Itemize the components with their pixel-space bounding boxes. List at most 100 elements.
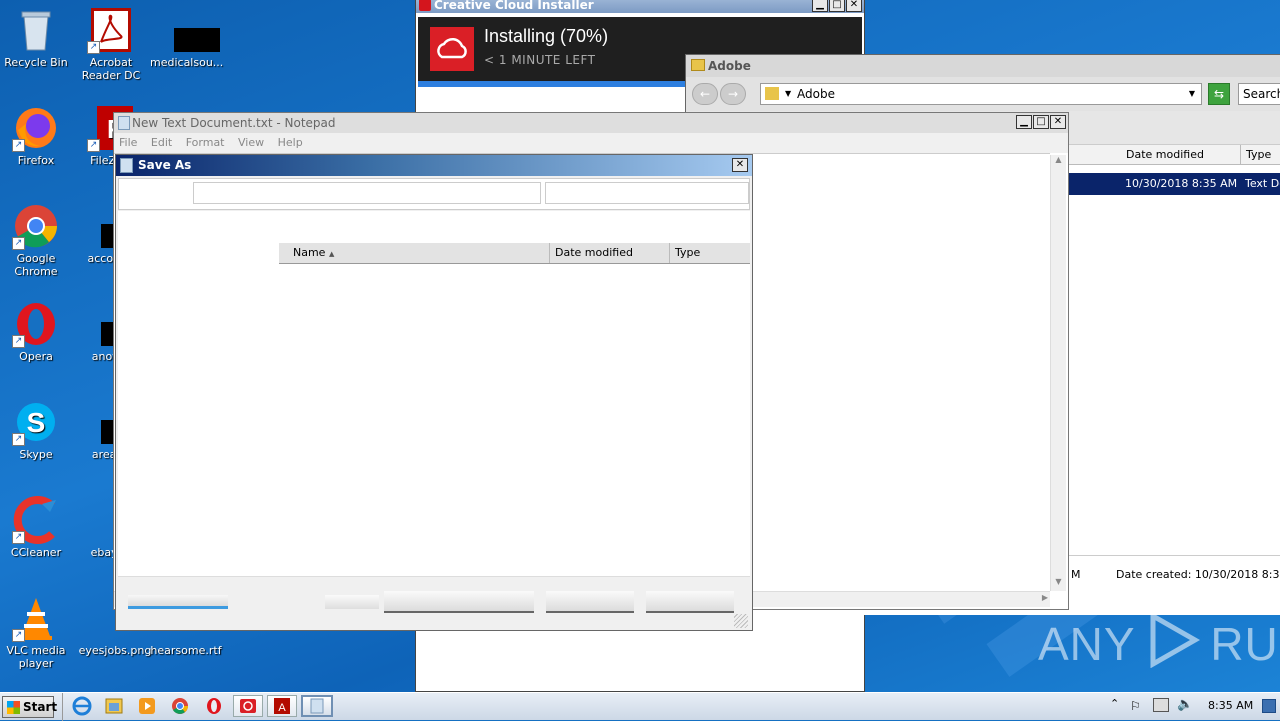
desktop-icon-label: Skype bbox=[19, 448, 53, 461]
cc-installer-titlebar[interactable]: Creative Cloud Installer ▁ □ ✕ bbox=[416, 0, 864, 13]
save-as-content: Name ▲ Date modified Type bbox=[118, 211, 750, 576]
notepad-icon bbox=[120, 158, 133, 173]
desktop-icon-chrome[interactable]: ↗ Google Chrome bbox=[0, 202, 72, 278]
row-type: Text Do bbox=[1245, 177, 1280, 190]
desktop-icon-recycle-bin[interactable]: Recycle Bin bbox=[0, 6, 72, 69]
opera-icon[interactable] bbox=[200, 695, 228, 717]
save-as-titlebar[interactable]: Save As ✕ bbox=[116, 155, 752, 176]
time-left: < 1 MINUTE LEFT bbox=[484, 53, 596, 67]
notepad-icon bbox=[118, 116, 130, 130]
details-date-created: Date created: 10/30/2018 8:35 AM bbox=[1116, 568, 1280, 581]
desktop: Recycle Bin ↗ Firefox ↗ Google Chrome ↗ … bbox=[0, 0, 1280, 692]
acrobat-taskbar-button[interactable]: A bbox=[267, 695, 297, 717]
address-text: Adobe bbox=[797, 87, 835, 101]
menu-help[interactable]: Help bbox=[278, 136, 303, 149]
file-explorer-icon[interactable] bbox=[100, 695, 128, 717]
file-type-label bbox=[325, 595, 379, 609]
scroll-down-icon[interactable]: ▼ bbox=[1051, 577, 1066, 591]
action-center-flag-icon[interactable]: ⚐ bbox=[1130, 699, 1141, 713]
chrome-icon[interactable] bbox=[166, 695, 194, 717]
save-as-navbar bbox=[118, 178, 750, 210]
desktop-icon-medicalsou[interactable]: medicalsou... bbox=[150, 6, 224, 69]
desktop-icon-label: eyesjobs.png bbox=[78, 644, 152, 657]
desktop-icon-firefox[interactable]: ↗ Firefox bbox=[0, 104, 72, 167]
refresh-icon[interactable]: ⇆ bbox=[1208, 83, 1230, 105]
encoding-select[interactable] bbox=[384, 591, 534, 613]
save-as-footer bbox=[118, 576, 750, 628]
notepad-menubar: File Edit Format View Help bbox=[114, 133, 1068, 153]
desktop-icon-label: Acrobat Reader DC bbox=[81, 56, 141, 82]
svg-text:A: A bbox=[278, 702, 286, 714]
menu-view[interactable]: View bbox=[238, 136, 264, 149]
desktop-icon-ccleaner[interactable]: ↗ CCleaner bbox=[0, 496, 72, 559]
menu-format[interactable]: Format bbox=[186, 136, 225, 149]
explorer-title: Adobe bbox=[708, 59, 751, 73]
forward-arrow-icon[interactable]: → bbox=[720, 83, 746, 105]
folder-icon bbox=[765, 87, 779, 100]
menu-edit[interactable]: Edit bbox=[151, 136, 172, 149]
column-header-date-modified[interactable]: Date modified bbox=[550, 243, 670, 263]
show-hidden-icons-chevron-icon[interactable]: ⌃ bbox=[1110, 697, 1120, 713]
folder-icon bbox=[691, 59, 705, 71]
minimize-button[interactable]: ▁ bbox=[1016, 115, 1032, 129]
clock[interactable]: 8:35 AM bbox=[1208, 699, 1253, 712]
column-header-type[interactable]: Type bbox=[1241, 145, 1280, 165]
close-button[interactable]: ✕ bbox=[1050, 115, 1066, 129]
save-as-dialog[interactable]: Save As ✕ Name ▲ Date modified Type bbox=[115, 154, 753, 631]
chevron-down-icon[interactable]: ▼ bbox=[1189, 84, 1195, 104]
save-as-address-bar[interactable] bbox=[193, 182, 541, 204]
desktop-icon-acrobat[interactable]: ↗ Acrobat Reader DC bbox=[75, 6, 147, 82]
resize-grip[interactable] bbox=[734, 614, 748, 628]
chrome-icon: ↗ bbox=[12, 202, 60, 250]
scroll-right-icon[interactable]: ▶ bbox=[1042, 593, 1048, 602]
scroll-up-icon[interactable]: ▲ bbox=[1051, 155, 1066, 169]
minimize-button[interactable]: ▁ bbox=[812, 0, 828, 12]
notepad-taskbar-button[interactable] bbox=[301, 695, 333, 717]
desktop-icon-label: Opera bbox=[19, 350, 53, 363]
internet-explorer-icon[interactable] bbox=[68, 695, 96, 717]
start-button[interactable]: Start bbox=[2, 696, 58, 718]
save-as-navigation-pane[interactable] bbox=[118, 211, 278, 576]
taskbar-divider bbox=[62, 693, 64, 721]
details-left-text: M bbox=[1071, 568, 1081, 581]
cancel-button[interactable] bbox=[646, 591, 734, 613]
windows-logo-icon bbox=[7, 701, 20, 714]
desktop-icon-skype[interactable]: S ↗ Skype bbox=[0, 398, 72, 461]
maximize-button[interactable]: □ bbox=[829, 0, 845, 12]
save-as-search-input[interactable] bbox=[545, 182, 749, 204]
start-label: Start bbox=[23, 700, 58, 714]
save-as-file-list[interactable] bbox=[279, 265, 750, 576]
menu-file[interactable]: File bbox=[119, 136, 137, 149]
close-button[interactable]: ✕ bbox=[732, 158, 748, 172]
sort-ascending-icon: ▲ bbox=[328, 250, 335, 258]
hide-folders-button[interactable] bbox=[128, 595, 228, 609]
table-row-selected[interactable]: 10/30/2018 8:35 AM Text Do bbox=[1066, 173, 1280, 195]
ccleaner-icon: ↗ bbox=[12, 496, 60, 544]
desktop-icon-label: medicalsou... bbox=[150, 56, 224, 69]
close-button[interactable]: ✕ bbox=[846, 0, 862, 12]
search-input[interactable]: Search A bbox=[1238, 83, 1280, 105]
desktop-icon-opera[interactable]: ↗ Opera bbox=[0, 300, 72, 363]
install-status: Installing (70%) bbox=[484, 26, 609, 46]
address-bar[interactable]: ▼ Adobe ▼ bbox=[760, 83, 1202, 105]
acrobat-icon: ↗ bbox=[87, 6, 135, 54]
creative-cloud-taskbar-button[interactable] bbox=[233, 695, 263, 717]
explorer-titlebar[interactable]: Adobe bbox=[686, 55, 1280, 77]
media-player-icon[interactable] bbox=[133, 695, 161, 717]
column-header-date-modified[interactable]: Date modified bbox=[1121, 145, 1241, 165]
explorer-navbar: ← → ▼ Adobe ▼ ⇆ Search A bbox=[686, 77, 1280, 111]
chevron-down-icon: ▼ bbox=[785, 89, 792, 98]
volume-icon[interactable]: 🔈 bbox=[1177, 697, 1193, 712]
desktop-icon-label: CCleaner bbox=[10, 546, 62, 559]
maximize-button[interactable]: □ bbox=[1033, 115, 1049, 129]
column-header-name[interactable]: Name ▲ bbox=[279, 243, 550, 263]
notepad-titlebar[interactable]: New Text Document.txt - Notepad ▁ □ ✕ bbox=[114, 113, 1068, 133]
vertical-scrollbar[interactable]: ▲ ▼ bbox=[1050, 155, 1066, 591]
desktop-icon-vlc[interactable]: ↗ VLC media player bbox=[0, 594, 72, 670]
opera-icon: ↗ bbox=[12, 300, 60, 348]
column-header-type[interactable]: Type bbox=[670, 243, 750, 263]
show-desktop-icon[interactable] bbox=[1262, 699, 1276, 713]
back-arrow-icon[interactable]: ← bbox=[692, 83, 718, 105]
network-icon[interactable] bbox=[1153, 698, 1169, 712]
save-button[interactable] bbox=[546, 591, 634, 613]
